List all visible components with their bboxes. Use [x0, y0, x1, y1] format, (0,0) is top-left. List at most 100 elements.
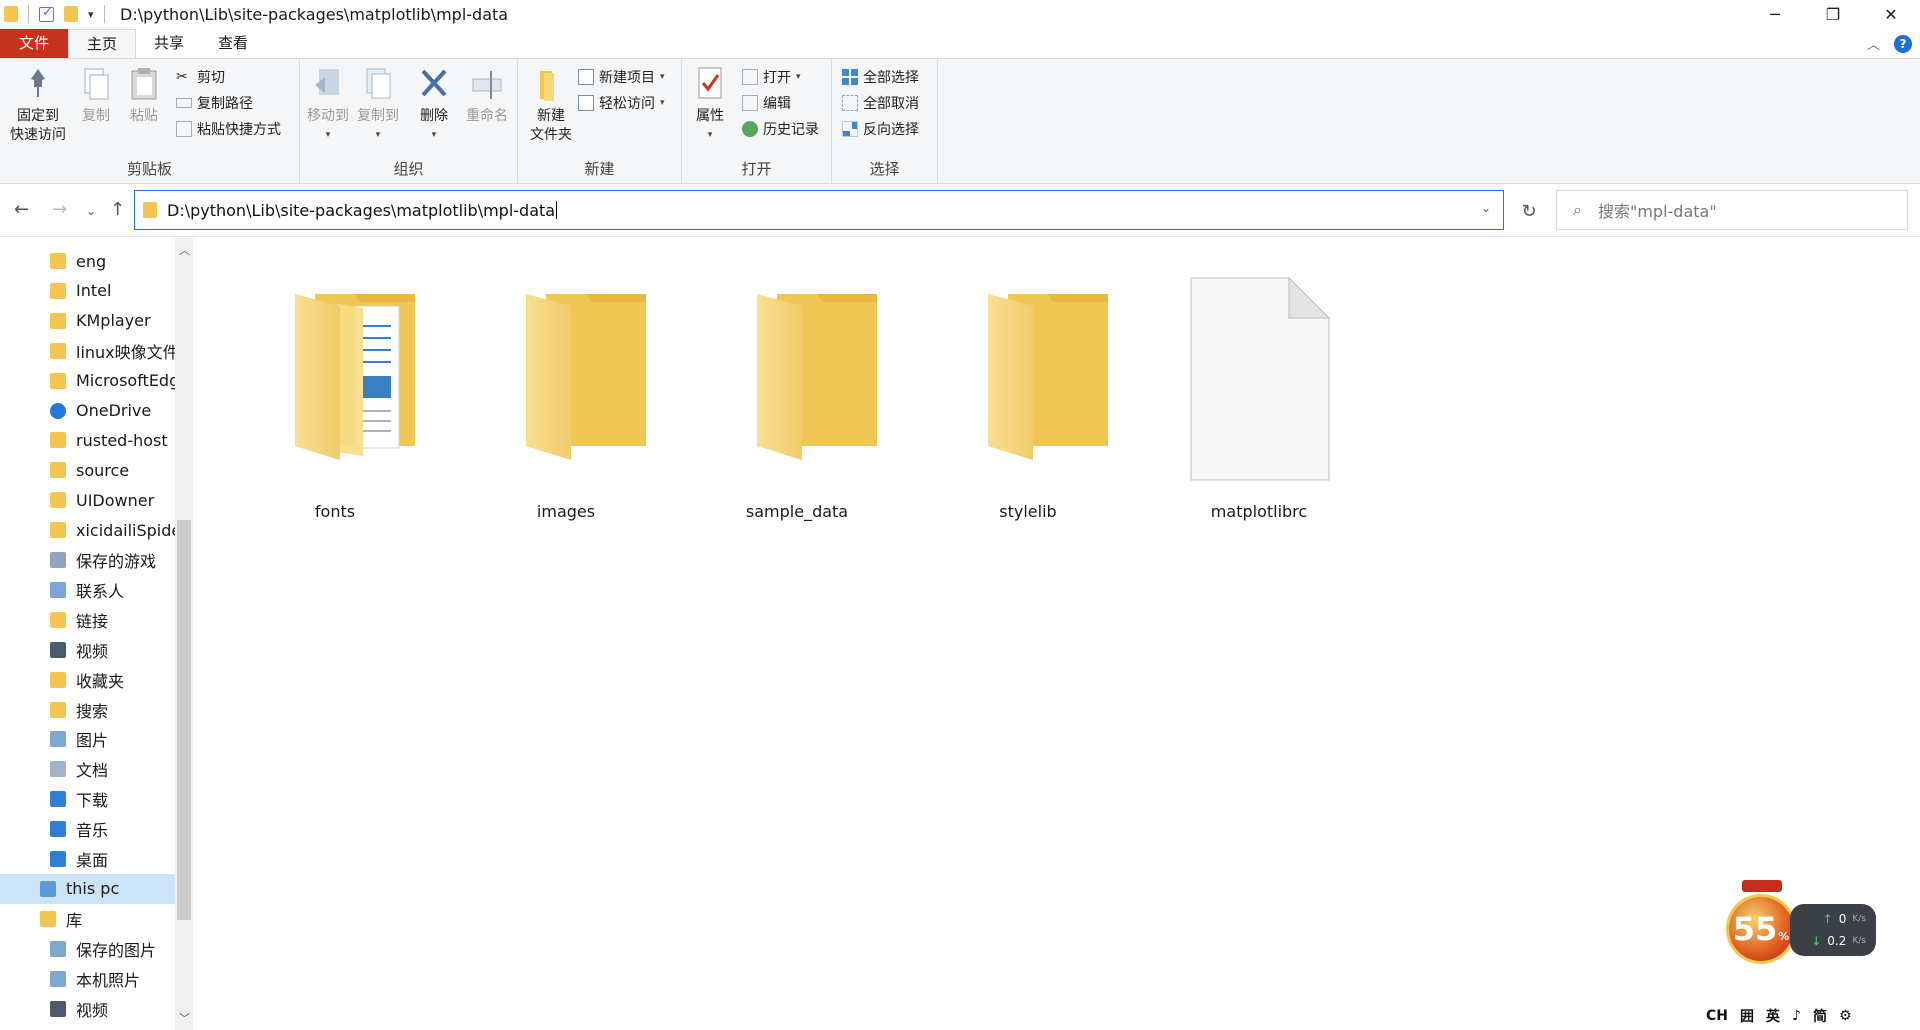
- edit-button[interactable]: 编辑: [742, 93, 791, 113]
- folder-item[interactable]: images: [476, 256, 656, 526]
- folder-item[interactable]: fonts: [245, 256, 425, 526]
- invert-selection-button[interactable]: 反向选择: [842, 119, 919, 139]
- pc-icon: [40, 880, 56, 897]
- folder-item[interactable]: sample_data: [707, 256, 887, 526]
- sidebar-item[interactable]: eng: [0, 246, 175, 276]
- ime-toolbar-item[interactable]: CH: [1706, 1008, 1728, 1024]
- sidebar-item[interactable]: 视频: [0, 994, 175, 1024]
- address-dropdown-chevron-icon[interactable]: ⌄: [1481, 201, 1491, 215]
- sidebar-item[interactable]: linux映像文件: [0, 336, 175, 366]
- properties-qat-icon[interactable]: [39, 5, 54, 22]
- sidebar-item[interactable]: MicrosoftEdg: [0, 366, 175, 396]
- new-folder-button[interactable]: 新建 文件夹: [522, 65, 580, 145]
- sidebar-item[interactable]: 保存的图片: [0, 934, 175, 964]
- sidebar-item[interactable]: this pc: [0, 873, 175, 904]
- tab-file[interactable]: 文件: [0, 29, 68, 58]
- select-none-button[interactable]: 全部取消: [842, 93, 919, 113]
- ime-toolbar-item[interactable]: 囲: [1740, 1006, 1754, 1026]
- tab-view[interactable]: 查看: [202, 29, 264, 58]
- sidebar-item[interactable]: xicidailiSpider: [0, 515, 175, 545]
- sidebar-item[interactable]: KMplayer: [0, 306, 175, 336]
- refresh-icon[interactable]: ↻: [1510, 191, 1548, 231]
- sidebar-item[interactable]: 图片: [0, 724, 175, 754]
- delete-button[interactable]: 删除 ▾: [412, 65, 456, 145]
- sidebar-item[interactable]: 桌面: [0, 844, 175, 874]
- address-bar[interactable]: D:\python\Lib\site-packages\matplotlib\m…: [134, 190, 1504, 230]
- sidebar-item[interactable]: UIDowner: [0, 485, 175, 515]
- ime-toolbar: CH 囲英 ♪ 简 ⚙: [1706, 1004, 1852, 1028]
- sidebar-item[interactable]: 库: [0, 904, 175, 934]
- history-button[interactable]: 历史记录: [742, 119, 819, 139]
- new-item-button[interactable]: 新建项目 ▾: [578, 67, 665, 87]
- sidebar-item[interactable]: 图片: [0, 1023, 175, 1030]
- ime-toolbar-item[interactable]: ♪: [1792, 1008, 1801, 1024]
- paste-button[interactable]: 粘贴: [122, 65, 166, 126]
- copy-path-button[interactable]: 复制路径: [176, 93, 253, 113]
- sidebar-item[interactable]: source: [0, 455, 175, 485]
- customize-qat-dropdown[interactable]: ▾: [88, 8, 94, 21]
- network-speed-widget[interactable]: 55% ↑ 0 K/s ↓ 0.2 K/s: [1720, 876, 1880, 986]
- speed-panel: ↑ 0 K/s ↓ 0.2 K/s: [1790, 904, 1876, 956]
- sidebar-item-label: Intel: [76, 281, 112, 301]
- properties-button[interactable]: 属性 ▾: [688, 65, 732, 145]
- sidebar-item[interactable]: 视频: [0, 635, 175, 665]
- sidebar-item[interactable]: 搜索: [0, 695, 175, 725]
- tab-share[interactable]: 共享: [138, 29, 200, 58]
- recent-locations-chevron-icon[interactable]: ⌄: [86, 204, 96, 218]
- scroll-down-chevron-icon[interactable]: ﹀: [179, 1010, 190, 1026]
- minimize-ribbon-icon[interactable]: ︿: [1867, 34, 1880, 53]
- favorites-icon: [50, 671, 66, 688]
- close-button[interactable]: ✕: [1862, 0, 1920, 29]
- address-path[interactable]: D:\python\Lib\site-packages\matplotlib\m…: [167, 201, 555, 220]
- pictures-icon: [50, 970, 66, 987]
- new-folder-qat-icon[interactable]: [64, 6, 78, 22]
- ime-toolbar-item[interactable]: 英: [1766, 1006, 1780, 1026]
- folder-icon: [50, 312, 66, 329]
- sidebar-item[interactable]: OneDrive: [0, 396, 175, 426]
- sidebar-item-label: linux映像文件: [76, 342, 175, 362]
- sidebar-item[interactable]: Intel: [0, 276, 175, 306]
- sidebar-item[interactable]: 文档: [0, 754, 175, 784]
- cut-button[interactable]: ✂ 剪切: [176, 67, 225, 87]
- sidebar-item[interactable]: 音乐: [0, 814, 175, 844]
- back-arrow-icon[interactable]: ←: [14, 199, 29, 220]
- help-icon[interactable]: ?: [1894, 34, 1912, 53]
- sidebar-item-label: 图片: [76, 1026, 108, 1030]
- pin-to-quick-access-button[interactable]: 固定到 快速访问: [6, 65, 70, 145]
- easy-access-button[interactable]: 轻松访问 ▾: [578, 93, 665, 113]
- restore-button[interactable]: ❐: [1804, 0, 1862, 29]
- ime-toolbar-item[interactable]: 简: [1813, 1006, 1827, 1026]
- scrollbar-thumb[interactable]: [177, 520, 191, 920]
- open-button[interactable]: 打开 ▾: [742, 67, 801, 87]
- open-group: 属性 ▾ 打开 ▾ 编辑 历史记录 打开: [682, 59, 832, 183]
- rename-button[interactable]: 重命名: [462, 65, 512, 126]
- sidebar-item-label: 视频: [76, 1000, 109, 1020]
- text-cursor: [556, 201, 558, 219]
- file-item[interactable]: matplotlibrc: [1169, 256, 1349, 526]
- up-arrow-icon[interactable]: ↑: [110, 199, 125, 220]
- search-box[interactable]: ⌕ 搜索"mpl-data": [1556, 190, 1908, 230]
- sidebar-item[interactable]: 下载: [0, 784, 175, 814]
- select-all-button[interactable]: 全部选择: [842, 67, 919, 87]
- tab-home[interactable]: 主页: [68, 29, 136, 58]
- sidebar-item[interactable]: 联系人: [0, 575, 175, 605]
- download-unit: K/s: [1852, 936, 1866, 946]
- paste-shortcut-button[interactable]: 粘贴快捷方式: [176, 119, 281, 139]
- scroll-up-chevron-icon[interactable]: ︿: [179, 242, 190, 258]
- copy-to-button[interactable]: 复制到 ▾: [354, 65, 402, 145]
- sidebar-item[interactable]: 本机照片: [0, 964, 175, 994]
- folder-item[interactable]: stylelib: [938, 256, 1118, 526]
- sidebar-item[interactable]: 保存的游戏: [0, 545, 175, 575]
- sidebar-item[interactable]: 链接: [0, 605, 175, 635]
- navigation-pane-scrollbar[interactable]: ︿ ﹀: [175, 238, 193, 1030]
- move-to-button[interactable]: 移动到 ▾: [304, 65, 352, 145]
- usage-value: 55: [1732, 910, 1778, 948]
- sidebar-item[interactable]: rusted-host: [0, 425, 175, 455]
- forward-arrow-icon[interactable]: →: [52, 199, 67, 220]
- folder-icon: [50, 282, 66, 299]
- ime-toolbar-item[interactable]: ⚙: [1839, 1008, 1852, 1024]
- easy-access-icon: [578, 95, 594, 111]
- sidebar-item[interactable]: 收藏夹: [0, 665, 175, 695]
- copy-button[interactable]: 复制: [74, 65, 118, 126]
- minimize-button[interactable]: ─: [1746, 0, 1804, 29]
